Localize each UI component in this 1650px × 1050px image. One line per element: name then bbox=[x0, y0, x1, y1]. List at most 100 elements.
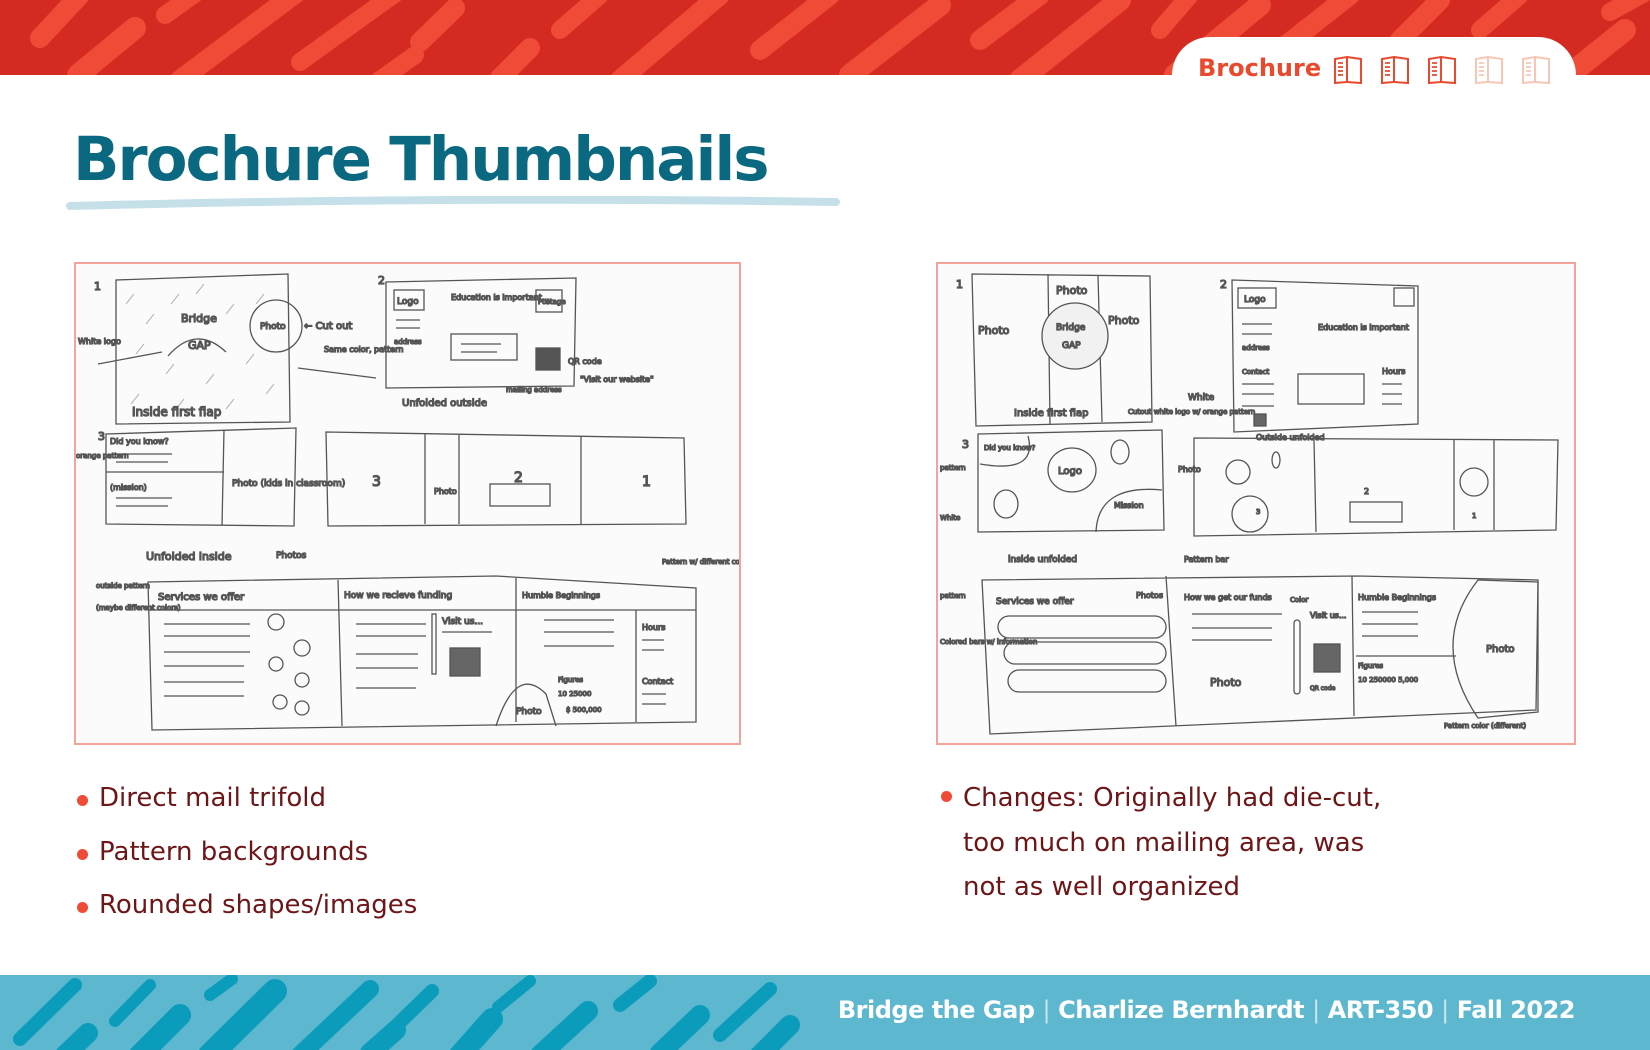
sketch-label: White logo bbox=[78, 337, 121, 346]
sketch-label: 10 250000 5,000 bbox=[1358, 676, 1418, 684]
footer-term: Fall 2022 bbox=[1456, 996, 1576, 1024]
sketch-label: mailing address bbox=[506, 386, 562, 394]
sketch-label: How we recieve funding bbox=[344, 591, 452, 601]
sketch-label: "Visit our website" bbox=[580, 375, 654, 384]
sketch-label: Contact bbox=[1242, 368, 1269, 376]
sketch-label: Services we offer bbox=[996, 597, 1074, 607]
sketch-label: Same color, pattern bbox=[324, 345, 403, 354]
sketch-label: White bbox=[1188, 393, 1215, 403]
sketch-label: address bbox=[1242, 344, 1270, 352]
sketch-label: Humble Beginnings bbox=[1358, 593, 1436, 602]
sketch-label: orange pattern bbox=[76, 452, 129, 460]
sketch-label: Inside first flap bbox=[1014, 408, 1088, 419]
sketch-label: Photo bbox=[1486, 644, 1515, 655]
sketch-label: 1 bbox=[1472, 512, 1476, 520]
sketch-label: White bbox=[940, 514, 960, 522]
sketch-label: Services we offer bbox=[158, 592, 245, 603]
sketch-label: 1 bbox=[94, 280, 101, 293]
footer-separator: | bbox=[1441, 996, 1449, 1024]
open-book-icon bbox=[1521, 55, 1551, 85]
sketch-label: Contact bbox=[642, 677, 673, 686]
sketch-label: Inside first flap bbox=[132, 405, 221, 419]
open-book-icon bbox=[1380, 55, 1410, 85]
sketch-label: Logo bbox=[397, 297, 419, 307]
sketch-label: ← Cut out bbox=[304, 321, 352, 332]
sketch-label: Photo bbox=[434, 487, 457, 496]
sketch-label: Photo bbox=[978, 324, 1010, 337]
sketch-label: 2 bbox=[378, 274, 385, 287]
sketch-label: Photo bbox=[1210, 676, 1242, 689]
sketch-drawing-left: 1 Bridge GAP Photo ← Cut out White logo … bbox=[76, 273, 741, 731]
bullet-list-left: Direct mail trifold Pattern backgrounds … bbox=[77, 780, 417, 941]
footer-course: ART-350 bbox=[1327, 996, 1434, 1024]
sketch-label: Pattern w/ different color bbox=[662, 558, 741, 566]
sketch-label: Photo bbox=[1108, 314, 1140, 327]
bullet-list-right: Changes: Originally had die-cut, too muc… bbox=[941, 780, 1401, 910]
sketch-label: Hours bbox=[1382, 367, 1405, 376]
sketch-label: inside unfolded bbox=[1008, 555, 1077, 565]
sketch-label: Logo bbox=[1058, 466, 1082, 477]
footer-separator: | bbox=[1312, 996, 1320, 1024]
sketch-label: Photo bbox=[260, 322, 286, 332]
sketch-label: 2 bbox=[1364, 487, 1369, 496]
sketch-label: 1 bbox=[956, 278, 963, 291]
sketch-label: Cutout white logo w/ orange pattern bbox=[1128, 408, 1255, 416]
open-book-icon bbox=[1474, 55, 1504, 85]
sketch-label: Figures bbox=[558, 676, 583, 684]
sketch-label: Hours bbox=[642, 623, 665, 632]
sketch-label: Figures bbox=[1358, 662, 1383, 670]
sketch-label: Colored bars w/ information bbox=[940, 638, 1037, 646]
sketch-label: $ 500,000 bbox=[566, 706, 602, 714]
sketch-label: Photo bbox=[1178, 465, 1201, 474]
sketch-label: 2 bbox=[1220, 278, 1227, 291]
sketch-label: Education is important bbox=[1318, 323, 1409, 332]
footer-project: Bridge the Gap bbox=[837, 996, 1035, 1024]
sketch-label: 3 bbox=[98, 430, 105, 443]
sketch-label: Pattern bar bbox=[1184, 555, 1229, 564]
open-book-icon bbox=[1427, 55, 1457, 85]
sketch-label: 1 bbox=[642, 474, 651, 490]
sketch-label: address bbox=[394, 338, 422, 346]
sketch-label: 3 bbox=[372, 474, 381, 490]
sketch-label: Unfolded inside bbox=[146, 550, 232, 563]
sketch-label: Pattern color (different) bbox=[1444, 722, 1526, 730]
sketch-label: Logo bbox=[1244, 295, 1266, 305]
sketch-label: Bridge bbox=[181, 312, 217, 325]
page-title: Brochure Thumbnails bbox=[73, 124, 770, 195]
footer-separator: | bbox=[1042, 996, 1051, 1024]
sketch-image-right: 1 Photo Photo Photo Bridge GAP Cutout wh… bbox=[936, 262, 1576, 745]
sketch-label: Did you know? bbox=[984, 444, 1036, 452]
sketch-label: pattern bbox=[940, 592, 966, 600]
sketch-image-left: 1 Bridge GAP Photo ← Cut out White logo … bbox=[74, 262, 741, 745]
sketch-label: Mission bbox=[1114, 501, 1144, 510]
sketch-label: 3 bbox=[962, 438, 969, 451]
title-underline bbox=[66, 196, 840, 210]
bullet-item: Rounded shapes/images bbox=[77, 887, 417, 941]
footer-credits: Bridge the Gap | Charlize Bernhardt | ART-35… bbox=[837, 996, 1576, 1024]
sketch-label: GAP bbox=[188, 339, 211, 352]
section-tab-label: Brochure bbox=[1198, 54, 1322, 82]
sketch-label: Bridge bbox=[1056, 323, 1086, 333]
open-book-icon bbox=[1333, 55, 1363, 85]
sketch-label: 10 25000 bbox=[558, 690, 591, 698]
sketch-label: Photos bbox=[1136, 591, 1163, 600]
sketch-label: Visit us... bbox=[442, 617, 483, 627]
sketch-label: QR code bbox=[568, 357, 602, 366]
footer-author: Charlize Bernhardt bbox=[1058, 996, 1305, 1024]
sketch-label: Color bbox=[1290, 596, 1308, 604]
sketch-label: QR code bbox=[1310, 685, 1336, 692]
sketch-label: 3 bbox=[1256, 508, 1260, 516]
sketch-label: Did you know? bbox=[110, 437, 169, 446]
sketch-label: Visit us... bbox=[1310, 611, 1346, 620]
sketch-label: (maybe different colors) bbox=[96, 604, 181, 612]
sketch-label: pattern bbox=[940, 464, 966, 472]
sketch-label: Unfolded outside bbox=[402, 398, 487, 409]
sketch-label: GAP bbox=[1062, 341, 1081, 351]
sketch-label: Education is important... bbox=[451, 293, 549, 302]
sketch-label: outside pattern bbox=[96, 582, 150, 590]
sketch-label: Photos bbox=[276, 551, 307, 561]
sketch-drawing-right: 1 Photo Photo Photo Bridge GAP Cutout wh… bbox=[939, 273, 1559, 735]
sketch-label: Photo bbox=[1056, 284, 1088, 297]
sketch-label: Photo (kids in classroom) bbox=[232, 479, 345, 489]
bullet-item: Direct mail trifold bbox=[77, 780, 417, 834]
